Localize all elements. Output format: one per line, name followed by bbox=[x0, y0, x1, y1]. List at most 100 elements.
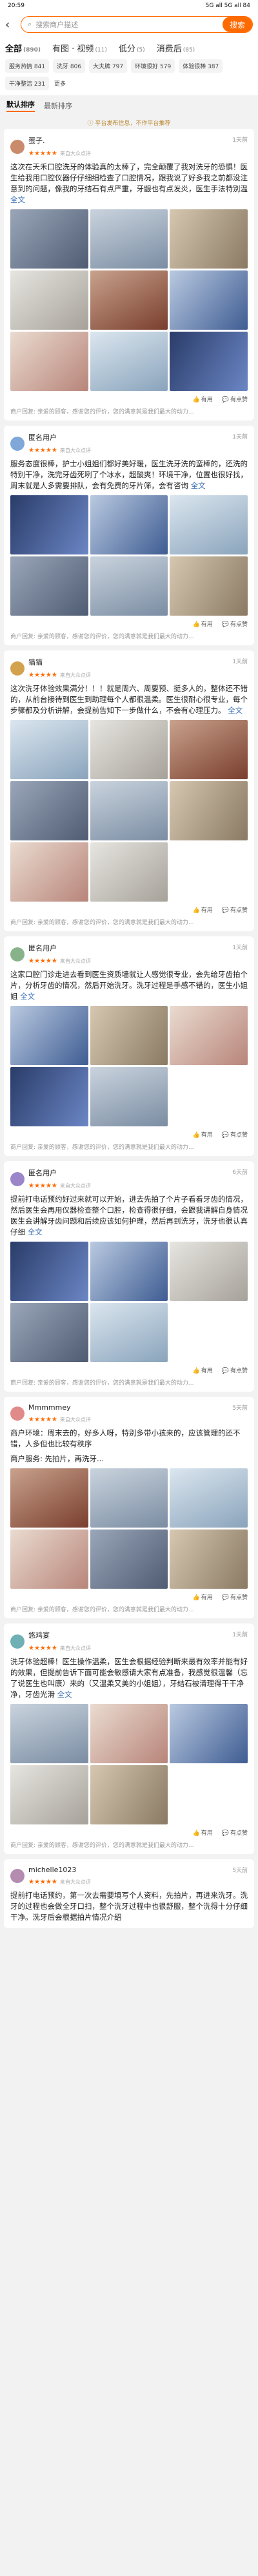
review-photo[interactable] bbox=[170, 720, 248, 779]
review-photo[interactable] bbox=[10, 842, 88, 902]
expand-full-text-link[interactable]: 全文 bbox=[25, 1227, 43, 1236]
review-photo[interactable] bbox=[10, 1242, 88, 1301]
merchant-reply[interactable]: 商户回复: 亲爱的顾客，感谢您的评价，您的满意就是我们最大的动力... bbox=[10, 1378, 248, 1387]
review-photo[interactable] bbox=[170, 1242, 248, 1301]
user-name[interactable]: 悠鸡宴 bbox=[28, 1630, 91, 1640]
avatar[interactable] bbox=[10, 1634, 25, 1649]
user-name[interactable]: 匿名用户 bbox=[28, 1168, 91, 1178]
useful-button[interactable]: 👍 有用 bbox=[193, 1130, 213, 1139]
review-photo[interactable] bbox=[170, 781, 248, 840]
useful-button[interactable]: 👍 有用 bbox=[193, 905, 213, 914]
back-icon[interactable]: ‹ bbox=[5, 18, 15, 32]
merchant-reply[interactable]: 商户回复: 亲爱的顾客，感谢您的评价，您的满意就是我们最大的动力... bbox=[10, 918, 248, 926]
user-name[interactable]: 匿名用户 bbox=[28, 943, 91, 953]
review-photo[interactable] bbox=[90, 842, 168, 902]
review-photo[interactable] bbox=[170, 1704, 248, 1763]
review-photo[interactable] bbox=[10, 1303, 88, 1362]
chip[interactable]: 环境很好 579 bbox=[131, 59, 175, 73]
search-input[interactable]: ⌕ 搜索商户描述 搜索 bbox=[21, 16, 253, 33]
tab-low-score[interactable]: 低分 (5) bbox=[119, 42, 145, 54]
review-photo[interactable] bbox=[90, 1765, 168, 1824]
comment-button[interactable]: 💬 有点赞 bbox=[222, 1828, 248, 1837]
review-photo[interactable] bbox=[10, 720, 88, 779]
review-photo[interactable] bbox=[90, 1006, 168, 1065]
review-card[interactable]: 蛋子. ★★★★★ 来自大众点评 1天前 这次在天禾口腔洗牙的体验真的太棒了，完全颠覆了… bbox=[4, 129, 254, 421]
review-photo[interactable] bbox=[170, 1006, 248, 1065]
comment-button[interactable]: 💬 有点赞 bbox=[222, 905, 248, 914]
review-photo[interactable] bbox=[10, 1067, 88, 1126]
review-photo[interactable] bbox=[90, 209, 168, 269]
user-name[interactable]: Mmmmmey bbox=[28, 1403, 91, 1412]
comment-button[interactable]: 💬 有点赞 bbox=[222, 1130, 248, 1139]
expand-full-text-link[interactable]: 全文 bbox=[188, 481, 206, 490]
review-photo[interactable] bbox=[10, 270, 88, 330]
user-name[interactable]: 蛋子. bbox=[28, 135, 91, 146]
review-photo[interactable] bbox=[170, 495, 248, 554]
review-photo[interactable] bbox=[10, 495, 88, 554]
review-photo[interactable] bbox=[90, 1468, 168, 1528]
review-card[interactable]: 匿名用户 ★★★★★ 来自大众点评 6天前 提前打电话预约好过来就可以开始，进去先拍了个… bbox=[4, 1161, 254, 1392]
useful-button[interactable]: 👍 有用 bbox=[193, 1593, 213, 1601]
user-name[interactable]: 猫猫 bbox=[28, 657, 91, 667]
merchant-reply[interactable]: 商户回复: 亲爱的顾客，感谢您的评价，您的满意就是我们最大的动力... bbox=[10, 632, 248, 640]
chip[interactable]: 体验很棒 387 bbox=[179, 59, 223, 73]
expand-full-text-link[interactable]: 全文 bbox=[18, 992, 35, 1001]
review-photo[interactable] bbox=[10, 1704, 88, 1763]
review-card[interactable]: 猫猫 ★★★★★ 来自大众点评 1天前 这次洗牙体验效果满分！！！就是周六、周要预、挺多… bbox=[4, 650, 254, 931]
review-photo[interactable] bbox=[10, 209, 88, 269]
sort-default[interactable]: 默认排序 bbox=[6, 99, 35, 112]
review-photo[interactable] bbox=[90, 332, 168, 391]
merchant-reply[interactable]: 商户回复: 亲爱的顾客，感谢您的评价，您的满意就是我们最大的动力... bbox=[10, 1142, 248, 1151]
chip[interactable]: 大夫牌 797 bbox=[89, 59, 128, 73]
avatar[interactable] bbox=[10, 1869, 25, 1883]
comment-button[interactable]: 💬 有点赞 bbox=[222, 1593, 248, 1601]
review-photo[interactable] bbox=[170, 1468, 248, 1528]
comment-button[interactable]: 💬 有点赞 bbox=[222, 1366, 248, 1374]
review-card[interactable]: Mmmmmey ★★★★★ 来自大众点评 5天前 商户环境：周末去的，好多人呀，特别多带… bbox=[4, 1397, 254, 1618]
review-photo[interactable] bbox=[90, 1067, 168, 1126]
merchant-reply[interactable]: 商户回复: 亲爱的顾客，感谢您的评价，您的满意就是我们最大的动力... bbox=[10, 1605, 248, 1613]
useful-button[interactable]: 👍 有用 bbox=[193, 620, 213, 628]
review-photo[interactable] bbox=[90, 1704, 168, 1763]
review-photo[interactable] bbox=[10, 332, 88, 391]
tab-after-consume[interactable]: 消费后 (85) bbox=[157, 42, 195, 54]
tab-all[interactable]: 全部 (890) bbox=[5, 42, 41, 54]
review-photo[interactable] bbox=[170, 270, 248, 330]
comment-button[interactable]: 💬 有点赞 bbox=[222, 395, 248, 403]
review-photo[interactable] bbox=[90, 1242, 168, 1301]
review-photo[interactable] bbox=[170, 332, 248, 391]
merchant-reply[interactable]: 商户回复: 亲爱的顾客，感谢您的评价，您的满意就是我们最大的动力... bbox=[10, 407, 248, 415]
review-photo[interactable] bbox=[10, 1530, 88, 1589]
chip[interactable]: 服务热情 841 bbox=[5, 59, 50, 73]
avatar[interactable] bbox=[10, 139, 25, 154]
review-photo[interactable] bbox=[10, 1765, 88, 1824]
chip[interactable]: 干净整洁 231 bbox=[5, 77, 50, 90]
merchant-reply[interactable]: 商户回复: 亲爱的顾客，感谢您的评价，您的满意就是我们最大的动力... bbox=[10, 1841, 248, 1849]
review-photo[interactable] bbox=[10, 1468, 88, 1528]
review-photo[interactable] bbox=[90, 720, 168, 779]
review-photo[interactable] bbox=[170, 209, 248, 269]
useful-button[interactable]: 👍 有用 bbox=[193, 1366, 213, 1374]
useful-button[interactable]: 👍 有用 bbox=[193, 1828, 213, 1837]
review-photo[interactable] bbox=[90, 1530, 168, 1589]
chip[interactable]: 洗牙 806 bbox=[53, 59, 86, 73]
useful-button[interactable]: 👍 有用 bbox=[193, 395, 213, 403]
expand-full-text-link[interactable]: 全文 bbox=[10, 195, 25, 204]
avatar[interactable] bbox=[10, 661, 25, 676]
review-card[interactable]: 悠鸡宴 ★★★★★ 来自大众点评 1天前 洗牙体验超棒！医生操作温柔，医生会根据经验判断… bbox=[4, 1624, 254, 1854]
sort-latest[interactable]: 最新排序 bbox=[44, 100, 72, 111]
review-card[interactable]: michelle1023 ★★★★★ 来自大众点评 5天前 提前打电话预约，第一次去需要… bbox=[4, 1859, 254, 1928]
review-photo[interactable] bbox=[10, 1006, 88, 1065]
avatar[interactable] bbox=[10, 436, 25, 451]
review-photo[interactable] bbox=[90, 270, 168, 330]
comment-button[interactable]: 💬 有点赞 bbox=[222, 620, 248, 628]
review-photo[interactable] bbox=[170, 556, 248, 616]
expand-full-text-link[interactable]: 全文 bbox=[55, 1690, 72, 1699]
review-photo[interactable] bbox=[90, 1303, 168, 1362]
review-photo[interactable] bbox=[170, 1530, 248, 1589]
review-photo[interactable] bbox=[90, 781, 168, 840]
chips-more-button[interactable]: 更多 bbox=[53, 77, 67, 90]
expand-full-text-link[interactable]: 全文 bbox=[226, 706, 243, 715]
avatar[interactable] bbox=[10, 1406, 25, 1421]
search-button[interactable]: 搜索 bbox=[223, 17, 252, 32]
